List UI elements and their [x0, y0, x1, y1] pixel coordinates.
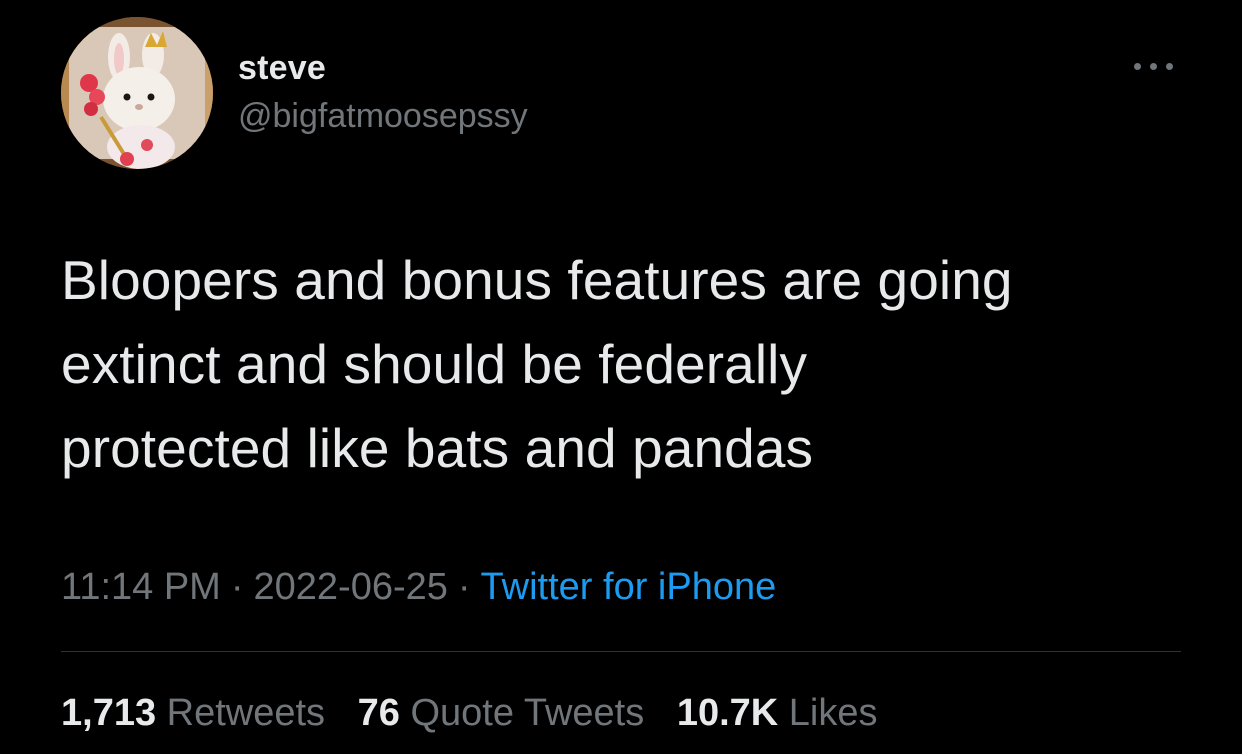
- meta-separator: ·: [230, 566, 244, 608]
- retweets-label: Retweets: [166, 692, 326, 734]
- more-horizontal-icon: [1134, 63, 1141, 70]
- tweet-meta: 11:14 PM · 2022-06-25 · Twitter for iPhone: [61, 562, 776, 612]
- tweet-time[interactable]: 11:14 PM: [61, 566, 221, 608]
- more-horizontal-icon: [1166, 63, 1173, 70]
- meta-separator: ·: [457, 566, 471, 608]
- divider: [61, 651, 1181, 652]
- tweet-date[interactable]: 2022-06-25: [254, 566, 448, 608]
- tweet-source-link[interactable]: Twitter for iPhone: [481, 566, 777, 608]
- tweet-text: Bloopers and bonus features are going ex…: [61, 249, 1013, 479]
- avatar-image: [61, 17, 213, 169]
- quote-tweets-count: 76: [357, 692, 400, 734]
- likes-count: 10.7K: [676, 692, 779, 734]
- likes-label: Likes: [788, 692, 878, 734]
- likes-stat[interactable]: 10.7K Likes: [677, 688, 878, 738]
- user-handle[interactable]: @bigfatmoosepssy: [238, 94, 528, 138]
- tweet-stats: 1,713 Retweets 76 Quote Tweets 10.7K Lik…: [61, 688, 900, 738]
- quote-tweets-stat[interactable]: 76 Quote Tweets: [358, 688, 645, 738]
- avatar[interactable]: [61, 17, 213, 169]
- retweets-stat[interactable]: 1,713 Retweets: [61, 688, 325, 738]
- more-horizontal-icon: [1150, 63, 1157, 70]
- more-options-button[interactable]: [1130, 54, 1178, 78]
- quote-tweets-label: Quote Tweets: [410, 692, 645, 734]
- tweet-detail: steve @bigfatmoosepssy Bloopers and bonu…: [0, 0, 1242, 754]
- retweets-count: 1,713: [61, 692, 157, 734]
- display-name[interactable]: steve: [238, 46, 528, 90]
- user-info: steve @bigfatmoosepssy: [238, 46, 528, 138]
